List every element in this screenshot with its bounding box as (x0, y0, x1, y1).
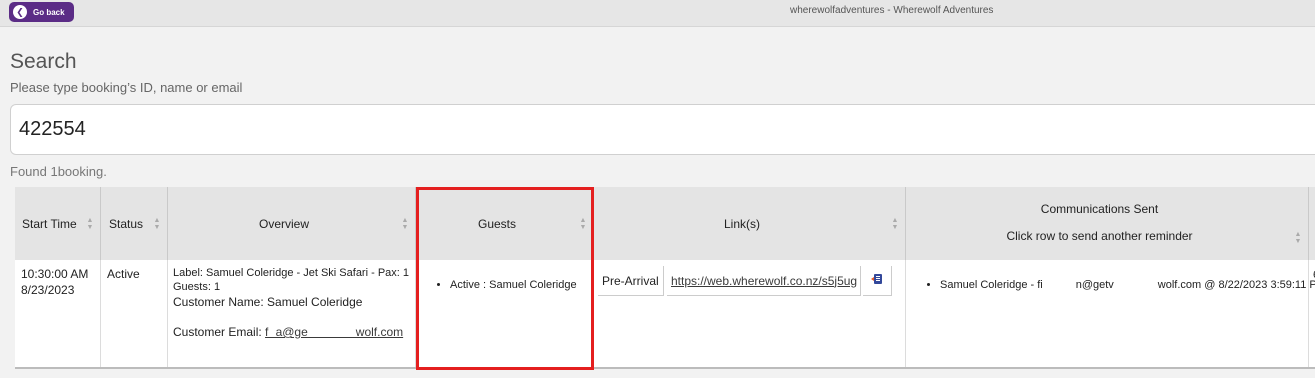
chevron-left-icon: ❮ (13, 5, 27, 19)
search-input[interactable] (10, 104, 1315, 155)
column-header-status[interactable]: Status ▲ ▼ (101, 187, 168, 260)
column-header-links[interactable]: Link(s) ▲ ▼ (594, 187, 906, 260)
start-time: 10:30:00 AM (21, 267, 89, 281)
communications-title: Communications Sent (1040, 202, 1159, 216)
cell-communications[interactable]: Samuel Coleridge - fi n@getv wolf.com @ … (906, 260, 1315, 367)
sort-icon: ▲ ▼ (579, 216, 587, 231)
link-type: Pre-Arrival (598, 266, 664, 296)
go-back-button[interactable]: ❮ Go back (9, 2, 74, 22)
top-bar: ❮ Go back wherewolfadventures - Wherewol… (0, 0, 1315, 27)
copy-link-button[interactable] (863, 266, 892, 296)
status-text: Active (107, 267, 140, 281)
cell-start-time[interactable]: 10:30:00 AM 8/23/2023 (15, 260, 101, 367)
guest-item: Active : Samuel Coleridge (450, 279, 593, 291)
overview-guests: Guests: 1 (173, 281, 221, 293)
bookings-table: Start Time ▲ ▼ Status ▲ ▼ Overview ▲ ▼ Gues… (15, 187, 1315, 369)
communications-list: Samuel Coleridge - fi n@getv wolf.com @ … (922, 279, 1315, 291)
cell-overview[interactable]: Label: Samuel Coleridge - Jet Ski Safari… (168, 260, 416, 367)
go-back-label: Go back (33, 7, 65, 17)
column-header-guests[interactable]: Guests ▲ ▼ (416, 187, 594, 260)
search-hint: Please type booking’s ID, name or email (10, 80, 243, 95)
column-header-extra (1309, 187, 1315, 260)
overview-customer-email: Customer Email: f a@ge wolf.com (173, 325, 415, 339)
window-title: wherewolfadventures - Wherewolf Adventur… (790, 5, 994, 16)
guest-list: Active : Samuel Coleridge (432, 279, 593, 291)
booking-link[interactable]: https://web.wherewolf.co.nz/s5j5ug (671, 274, 857, 288)
sort-icon: ▲ ▼ (153, 216, 161, 231)
column-header-communications[interactable]: Communications Sent Click row to send an… (906, 187, 1309, 260)
customer-email-link[interactable]: f a@ge wolf.com (265, 325, 403, 339)
results-count: Found 1booking. (10, 164, 107, 179)
email-label: Customer Email: (173, 325, 266, 339)
link-url-field[interactable]: https://web.wherewolf.co.nz/s5j5ug (667, 266, 861, 296)
cell-guests[interactable]: Active : Samuel Coleridge (416, 260, 594, 367)
start-date: 8/23/2023 (21, 283, 75, 297)
cell-extra: 6 (1309, 260, 1315, 367)
communication-item[interactable]: Samuel Coleridge - fi n@getv wolf.com @ … (940, 279, 1315, 291)
sort-icon: ▲ ▼ (86, 216, 94, 231)
column-header-overview[interactable]: Overview ▲ ▼ (168, 187, 416, 260)
sort-icon: ▲ ▼ (401, 216, 409, 231)
search-title: Search (10, 50, 77, 73)
cell-status[interactable]: Active (101, 260, 168, 367)
sort-icon: ▲ ▼ (1294, 231, 1302, 245)
cell-links: Pre-Arrival https://web.wherewolf.co.nz/… (594, 260, 906, 367)
overview-customer-name: Customer Name: Samuel Coleridge (173, 295, 363, 309)
communications-subtitle: Click row to send another reminder (1006, 229, 1193, 243)
sort-icon: ▲ ▼ (891, 216, 899, 231)
overview-label: Label: Samuel Coleridge - Jet Ski Safari… (173, 267, 410, 279)
copy-link-icon (870, 272, 884, 289)
column-header-start-time[interactable]: Start Time ▲ ▼ (15, 187, 101, 260)
